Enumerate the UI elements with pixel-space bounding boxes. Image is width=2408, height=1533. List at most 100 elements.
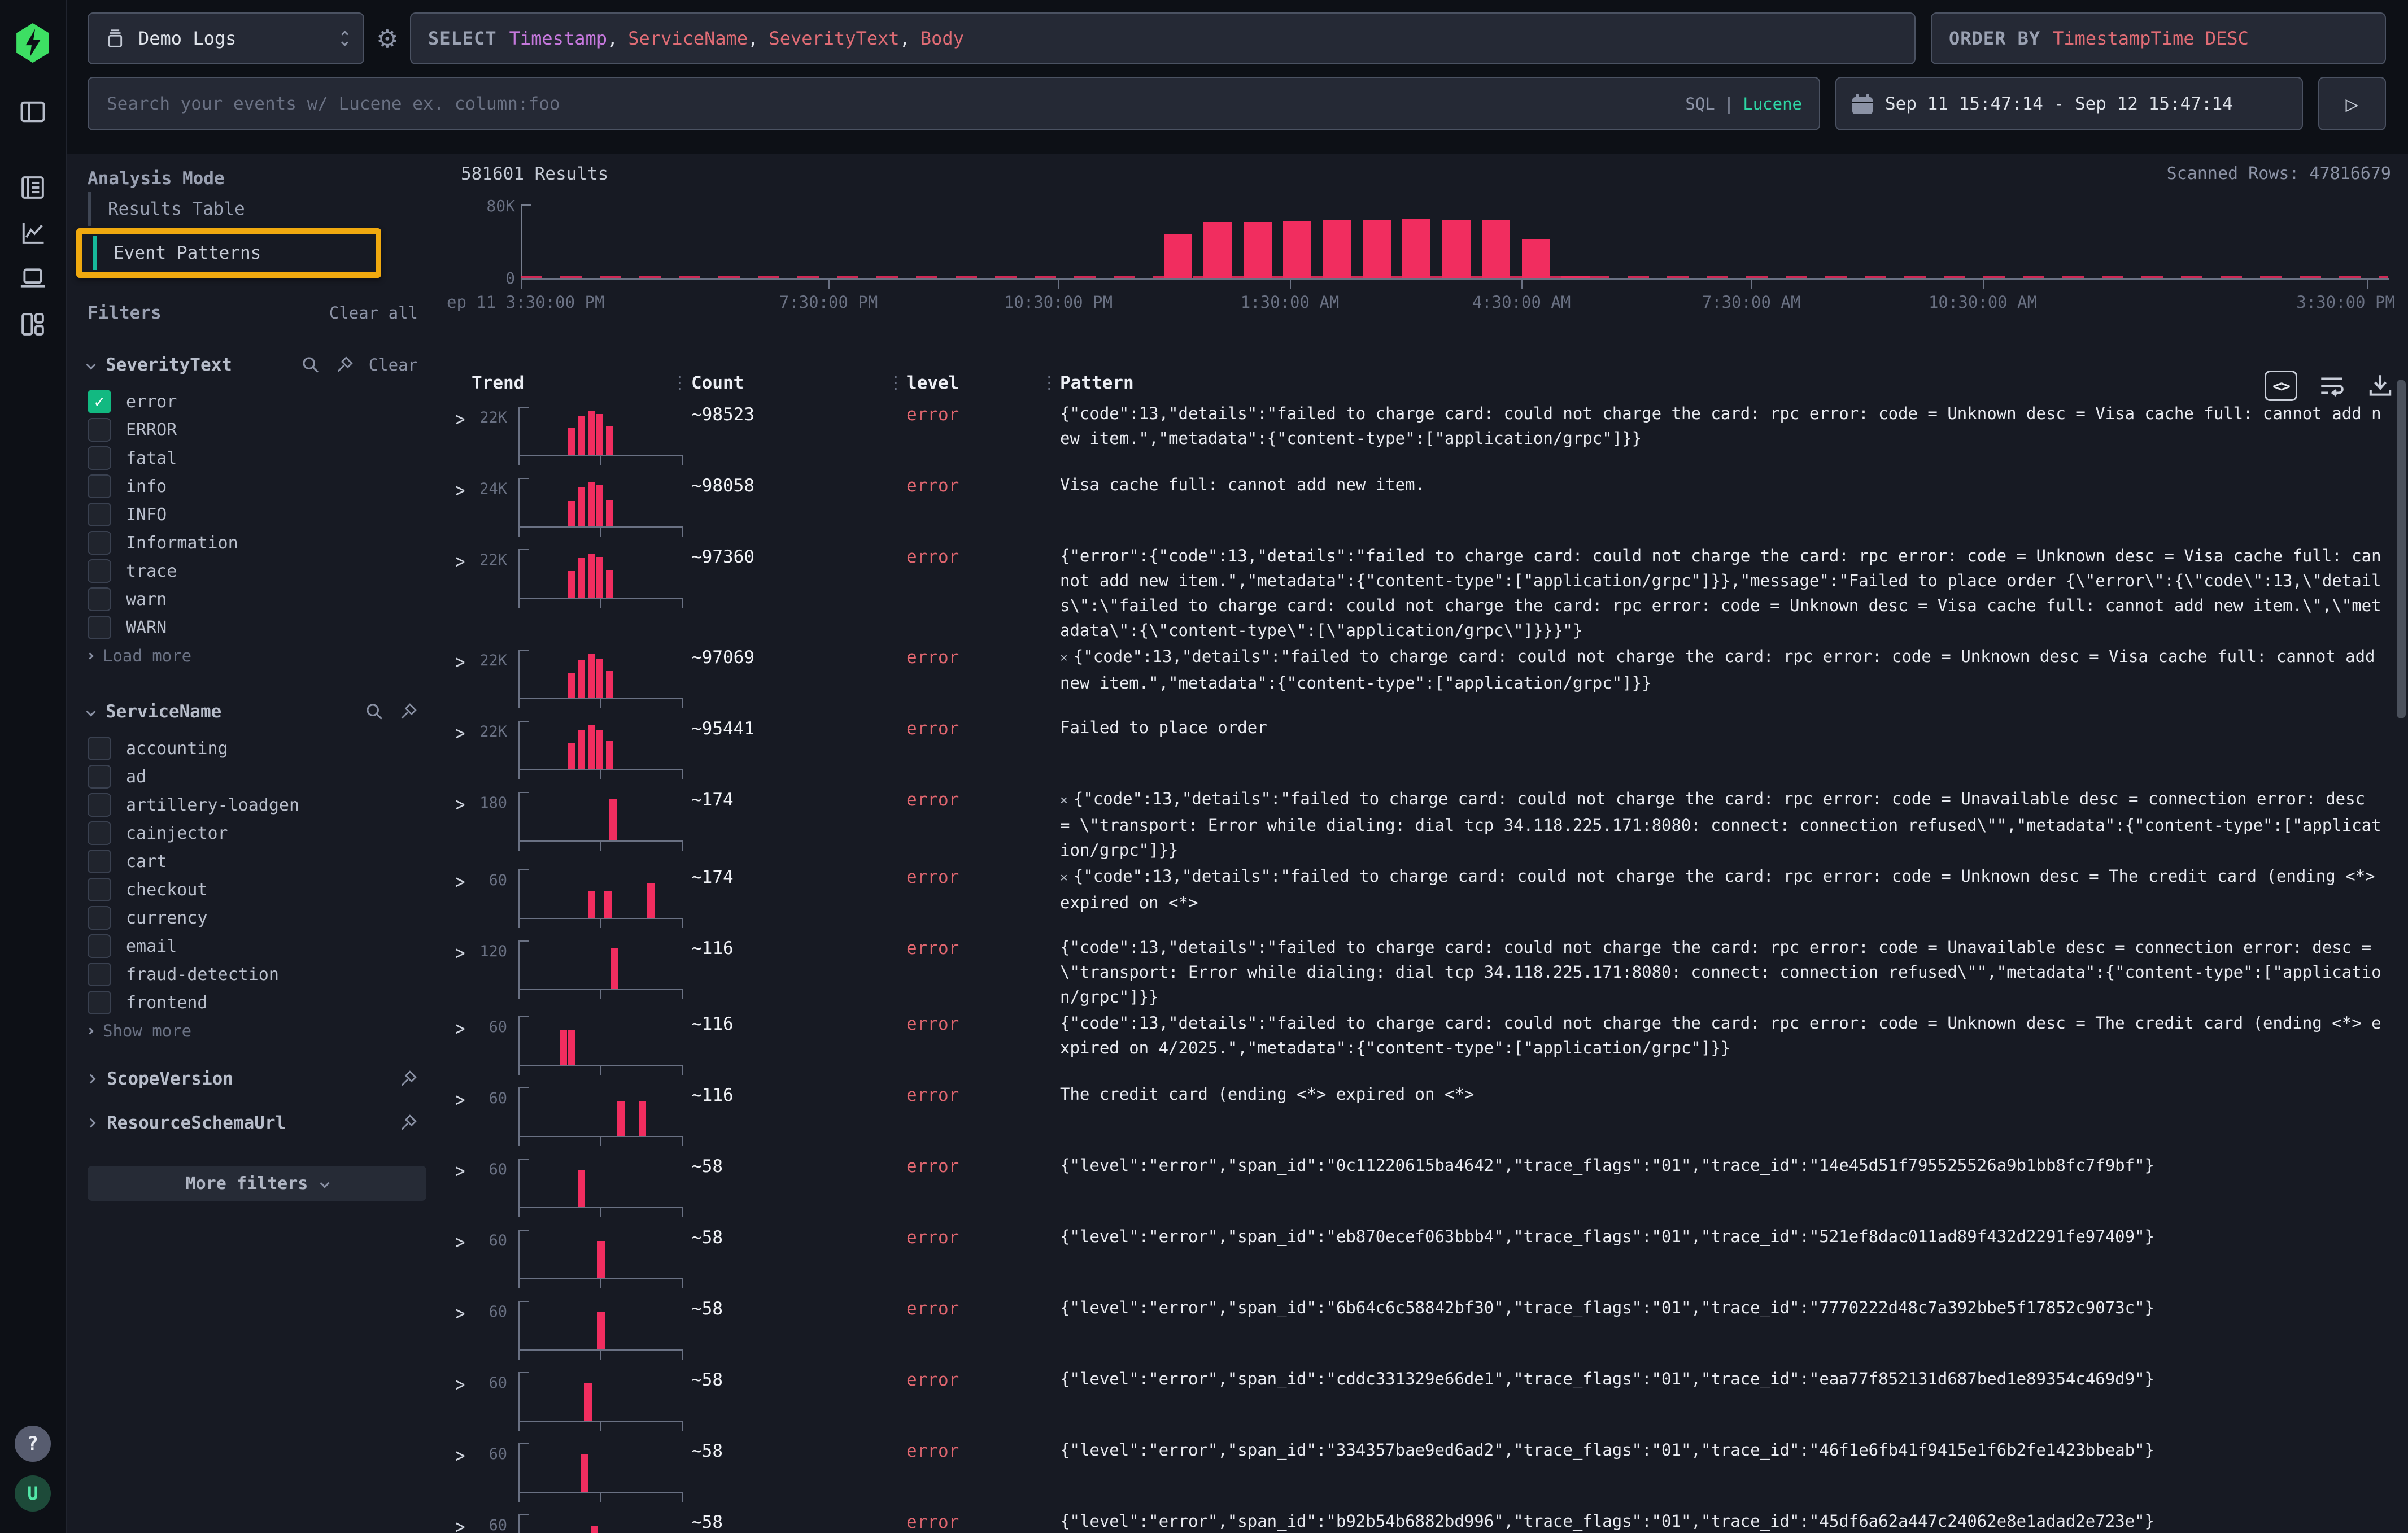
col-pattern[interactable]: Pattern (1060, 373, 1134, 393)
col-count[interactable]: Count (691, 373, 744, 393)
filter-option-frontend[interactable]: frontend (88, 988, 446, 1017)
filter-option-info[interactable]: info (88, 472, 446, 500)
row-pattern-text[interactable]: {"level":"error","span_id":"b92b54b6882b… (1060, 1508, 2381, 1533)
service-checkbox[interactable] (88, 821, 111, 845)
col-level[interactable]: level (906, 373, 959, 393)
query-language-toggle[interactable]: SQL | Lucene (1685, 94, 1802, 114)
row-expander-icon[interactable]: > (455, 1160, 465, 1183)
service-checkbox[interactable] (88, 737, 111, 760)
mode-lucene[interactable]: Lucene (1743, 94, 1802, 114)
service-show-more[interactable]: Show more (88, 1017, 446, 1045)
filter-option-fraud-detection[interactable]: fraud-detection (88, 960, 446, 988)
row-pattern-text[interactable]: ×{"code":13,"details":"failed to charge … (1060, 863, 2381, 915)
table-row[interactable]: >120~116error{"code":13,"details":"faile… (446, 934, 2397, 1009)
pin-icon[interactable] (399, 702, 418, 721)
service-checkbox[interactable] (88, 765, 111, 789)
pin-icon[interactable] (399, 1113, 418, 1133)
row-expander-icon[interactable]: > (455, 942, 465, 965)
client-sessions-icon[interactable] (18, 263, 47, 293)
row-expander-icon[interactable]: > (455, 1017, 465, 1040)
service-checkbox[interactable] (88, 963, 111, 986)
filter-option-trace[interactable]: trace (88, 557, 446, 585)
service-checkbox[interactable] (88, 991, 111, 1014)
results-histogram[interactable]: 80K 0 Sep 11 3:30:00 PM7:30:00 PM10:30:0… (461, 189, 2393, 324)
run-query-button[interactable]: ▷ (2318, 77, 2386, 130)
row-expander-icon[interactable]: > (455, 1515, 465, 1533)
order-by-input[interactable]: ORDER BY TimestampTime DESC (1931, 12, 2386, 64)
row-expander-icon[interactable]: > (455, 870, 465, 894)
scope-version-section[interactable]: ScopeVersion (88, 1069, 446, 1089)
filter-option-ERROR[interactable]: ERROR (88, 416, 446, 444)
filter-option-currency[interactable]: currency (88, 904, 446, 932)
search-icon[interactable] (365, 702, 384, 721)
severity-clear-button[interactable]: Clear (369, 355, 418, 374)
histogram-bar[interactable] (1203, 222, 1232, 278)
pin-icon[interactable] (335, 355, 354, 374)
table-row[interactable]: >60~58error{"level":"error","span_id":"b… (446, 1508, 2397, 1533)
service-checkbox[interactable] (88, 934, 111, 958)
histogram-bar[interactable] (1283, 221, 1311, 278)
filter-option-error[interactable]: ✓error (88, 387, 446, 416)
vertical-scrollbar[interactable] (2397, 380, 2406, 718)
filter-option-Information[interactable]: Information (88, 529, 446, 557)
histogram-bar[interactable] (1164, 234, 1192, 278)
histogram-bar[interactable] (1323, 220, 1351, 278)
download-icon[interactable] (2366, 372, 2394, 400)
severity-checkbox[interactable] (88, 587, 111, 611)
row-pattern-text[interactable]: {"code":13,"details":"failed to charge c… (1060, 934, 2381, 1009)
row-expander-icon[interactable]: > (455, 1302, 465, 1325)
table-row[interactable]: >24K~98058errorVisa cache full: cannot a… (446, 471, 2397, 542)
table-row[interactable]: >22K~98523error{"code":13,"details":"fai… (446, 400, 2397, 471)
severity-checkbox[interactable] (88, 503, 111, 526)
row-expander-icon[interactable]: > (455, 1373, 465, 1396)
service-checkbox[interactable] (88, 878, 111, 901)
row-expander-icon[interactable]: > (455, 550, 465, 573)
col-trend[interactable]: Trend (472, 373, 524, 393)
table-row[interactable]: >60~58error{"level":"error","span_id":"3… (446, 1436, 2397, 1508)
severity-load-more[interactable]: Load more (88, 642, 446, 670)
histogram-bar[interactable] (1442, 220, 1471, 278)
severity-checkbox[interactable] (88, 616, 111, 639)
pin-icon[interactable] (399, 1069, 418, 1088)
resource-schema-url-section[interactable]: ResourceSchemaUrl (88, 1113, 446, 1133)
row-expander-icon[interactable]: > (455, 479, 465, 502)
wrap-lines-icon[interactable] (2318, 372, 2346, 400)
histogram-bar[interactable] (1522, 239, 1550, 278)
more-filters-button[interactable]: More filters (88, 1166, 426, 1201)
search-input[interactable] (106, 93, 1685, 115)
severity-checkbox[interactable] (88, 531, 111, 555)
row-pattern-text[interactable]: {"level":"error","span_id":"6b64c6c58842… (1060, 1294, 2381, 1320)
mode-event-patterns[interactable]: Event Patterns (93, 236, 376, 270)
severity-checkbox[interactable] (88, 418, 111, 442)
severity-checkbox[interactable]: ✓ (88, 390, 111, 413)
filter-option-email[interactable]: email (88, 932, 446, 960)
dashboards-icon[interactable] (18, 310, 47, 339)
filter-option-checkout[interactable]: checkout (88, 876, 446, 904)
row-expander-icon[interactable]: > (455, 722, 465, 745)
clear-all-button[interactable]: Clear all (329, 303, 418, 323)
row-pattern-text[interactable]: {"level":"error","span_id":"334357bae9ed… (1060, 1436, 2381, 1462)
severity-checkbox[interactable] (88, 559, 111, 583)
row-pattern-text[interactable]: {"level":"error","span_id":"0c11220615ba… (1060, 1152, 2381, 1178)
table-row[interactable]: >60~174error×{"code":13,"details":"faile… (446, 863, 2397, 934)
row-pattern-text[interactable]: {"level":"error","span_id":"eb870ecef063… (1060, 1223, 2381, 1249)
filter-option-fatal[interactable]: fatal (88, 444, 446, 472)
row-pattern-text[interactable]: {"error":{"code":13,"details":"failed to… (1060, 542, 2381, 643)
row-pattern-text[interactable]: ×{"code":13,"details":"failed to charge … (1060, 643, 2381, 695)
table-row[interactable]: >22K~95441errorFailed to place order (446, 714, 2397, 785)
table-row[interactable]: >60~116errorThe credit card (ending <*> … (446, 1081, 2397, 1152)
table-row[interactable]: >60~58error{"level":"error","span_id":"0… (446, 1152, 2397, 1223)
row-expander-icon[interactable]: > (455, 1088, 465, 1112)
table-row[interactable]: >60~58error{"level":"error","span_id":"6… (446, 1294, 2397, 1365)
service-section-header[interactable]: ServiceName (88, 702, 446, 722)
mode-sql[interactable]: SQL (1685, 94, 1715, 114)
mode-results-table[interactable]: Results Table (88, 192, 446, 226)
filter-option-ad[interactable]: ad (88, 763, 446, 791)
table-row[interactable]: >60~58error{"level":"error","span_id":"e… (446, 1223, 2397, 1294)
sidebar-toggle-icon[interactable] (18, 97, 47, 127)
histogram-bar[interactable] (1244, 222, 1272, 278)
column-resize-handle[interactable]: ⋮ (671, 372, 689, 393)
table-row[interactable]: >60~58error{"level":"error","span_id":"c… (446, 1365, 2397, 1436)
source-select[interactable]: Demo Logs (88, 12, 364, 64)
row-expander-icon[interactable]: > (455, 793, 465, 816)
